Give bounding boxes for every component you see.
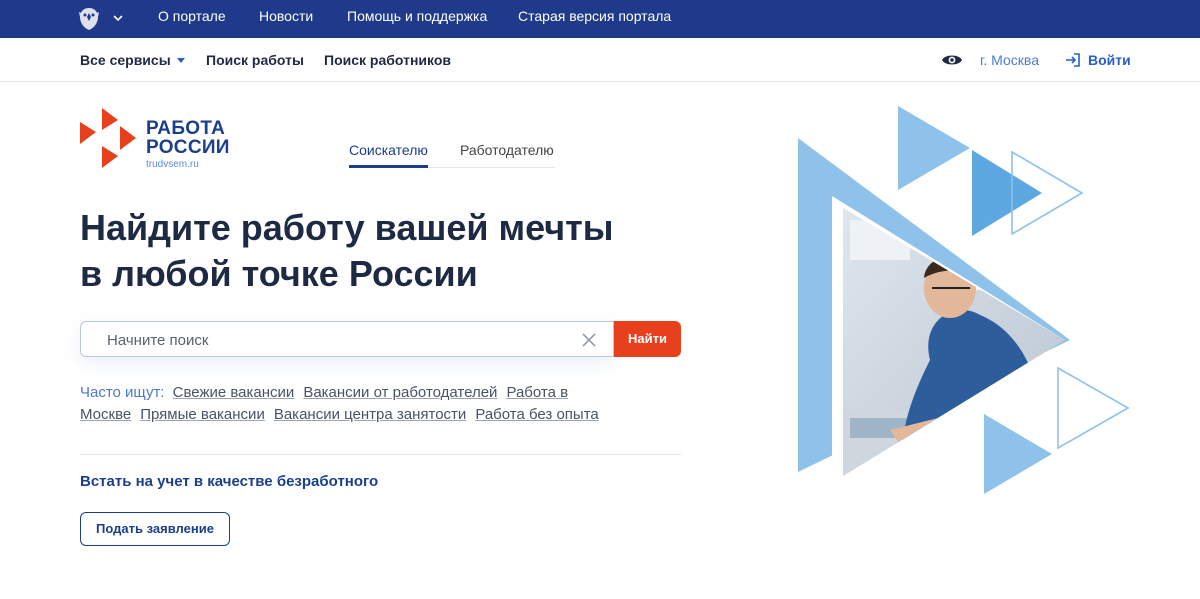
unemployment-title[interactable]: Встать на учет в качестве безработного — [80, 473, 378, 490]
all-services-menu[interactable]: Все сервисы — [80, 38, 185, 82]
all-services-label: Все сервисы — [80, 52, 171, 68]
chevron-down-icon[interactable] — [111, 11, 125, 25]
page-title-line2: в любой точке России — [80, 253, 478, 294]
frequent-link-fresh[interactable]: Свежие вакансии — [173, 384, 295, 401]
eye-icon[interactable] — [941, 52, 963, 68]
top-link-old-version[interactable]: Старая версия портала — [518, 0, 671, 38]
frequent-searches-label: Часто ищут: — [80, 384, 165, 401]
coat-of-arms-icon[interactable] — [76, 6, 102, 32]
login-label: Войти — [1088, 52, 1131, 68]
search-input[interactable] — [107, 328, 567, 352]
submit-application-button[interactable]: Подать заявление — [80, 512, 230, 546]
login-button[interactable]: Войти — [1064, 38, 1131, 82]
section-divider — [80, 454, 681, 455]
logo-text-line1: РАБОТА — [146, 118, 226, 139]
frequent-link-employers[interactable]: Вакансии от работодателей — [303, 384, 497, 401]
top-link-about[interactable]: О портале — [158, 0, 226, 38]
top-link-news[interactable]: Новости — [259, 0, 313, 38]
page-title: Найдите работу вашей мечты в любой точке… — [80, 205, 720, 297]
search-bar: Найти — [80, 321, 681, 357]
tab-job-seeker[interactable]: Соискателю — [349, 138, 428, 168]
logo-triangles-icon — [80, 108, 136, 168]
frequent-link-employment-center[interactable]: Вакансии центра занятости — [274, 406, 466, 423]
audience-tabs: Соискателю Работодателю — [349, 138, 555, 168]
login-icon — [1066, 53, 1080, 67]
hero-illustration — [798, 106, 1130, 494]
nav-worker-search[interactable]: Поиск работников — [324, 38, 451, 82]
caret-down-icon — [176, 57, 185, 63]
frequent-link-direct[interactable]: Прямые вакансии — [140, 406, 265, 423]
frequent-searches: Часто ищут: Свежие вакансии Вакансии от р… — [80, 382, 680, 426]
search-button[interactable]: Найти — [614, 321, 681, 357]
close-icon[interactable] — [581, 332, 597, 348]
frequent-link-no-experience[interactable]: Работа без опыта — [475, 406, 598, 423]
logo-site-url: trudvsem.ru — [146, 159, 199, 170]
logo-text-line2: РОССИИ — [146, 137, 230, 158]
search-box — [80, 321, 614, 357]
tab-employer[interactable]: Работодателю — [460, 138, 554, 166]
top-link-help[interactable]: Помощь и поддержка — [347, 0, 487, 38]
page-title-line1: Найдите работу вашей мечты — [80, 207, 614, 248]
city-selector[interactable]: г. Москва — [980, 38, 1039, 82]
main-nav: Все сервисы Поиск работы Поиск работнико… — [0, 38, 1200, 82]
site-logo[interactable]: РАБОТА РОССИИ trudvsem.ru — [80, 108, 250, 170]
top-bar: О портале Новости Помощь и поддержка Ста… — [0, 0, 1200, 38]
nav-job-search[interactable]: Поиск работы — [206, 38, 304, 82]
